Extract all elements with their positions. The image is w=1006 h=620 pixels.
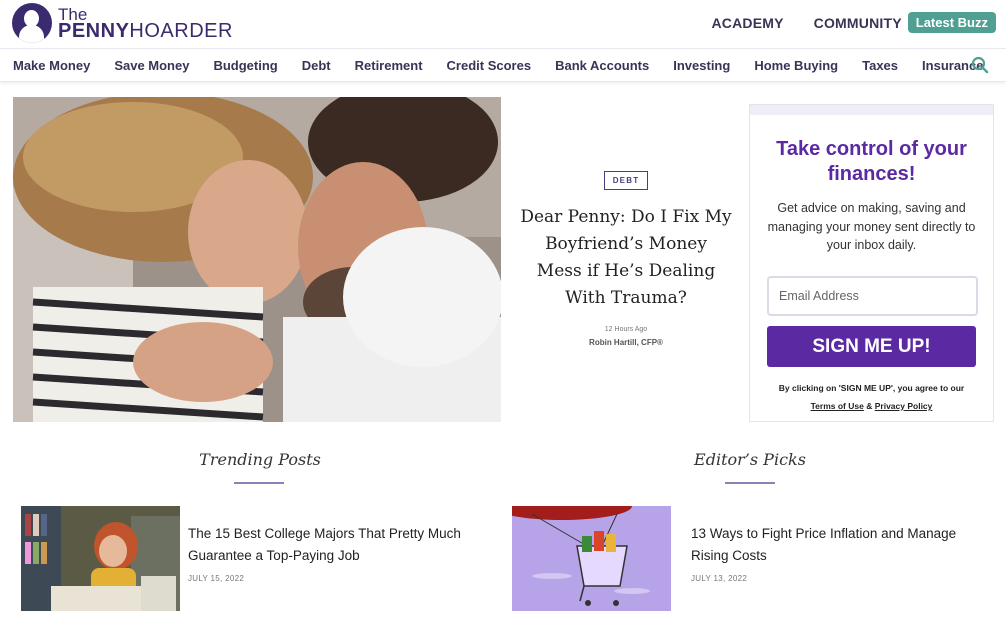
trending-post-date: JULY 15, 2022	[188, 574, 245, 583]
editors-divider	[725, 482, 775, 484]
nav-item-home-buying[interactable]: Home Buying	[754, 58, 838, 73]
nav-item-save-money[interactable]: Save Money	[114, 58, 189, 73]
editors-picks-heading: Editor’s Picks	[694, 450, 806, 469]
disclaimer-ampersand: &	[866, 401, 873, 411]
logo-hoarder: HOARDER	[129, 20, 233, 42]
editors-post-image[interactable]	[512, 506, 671, 611]
trending-divider	[234, 482, 284, 484]
nav-item-budgeting[interactable]: Budgeting	[213, 58, 277, 73]
search-icon[interactable]	[971, 56, 989, 74]
email-field[interactable]	[767, 276, 978, 316]
nav-item-taxes[interactable]: Taxes	[862, 58, 898, 73]
logo-silhouette-icon	[12, 3, 52, 43]
site-header: The PENNYHOARDER ACADEMY COMMUNITY Lates…	[0, 0, 1006, 48]
logo-wordmark: The PENNYHOARDER	[58, 6, 233, 42]
disclaimer-text: By clicking on 'SIGN ME UP', you agree t…	[778, 383, 965, 393]
academy-link[interactable]: ACADEMY	[711, 15, 783, 31]
article-timestamp: 12 Hours Ago	[604, 326, 648, 333]
article-author[interactable]: Robin Hartill, CFP®	[520, 338, 732, 347]
nav-item-debt[interactable]: Debt	[302, 58, 331, 73]
nav-item-make-money[interactable]: Make Money	[13, 58, 90, 73]
nav-item-bank-accounts[interactable]: Bank Accounts	[555, 58, 649, 73]
hero-article: DEBT Dear Penny: Do I Fix My Boyfriend’s…	[520, 170, 732, 347]
privacy-policy-link[interactable]: Privacy Policy	[875, 401, 933, 411]
hero-article-title[interactable]: Dear Penny: Do I Fix My Boyfriend’s Mone…	[520, 204, 732, 312]
editors-post-title[interactable]: 13 Ways to Fight Price Inflation and Man…	[691, 523, 981, 567]
signup-disclaimer: By clicking on 'SIGN ME UP', you agree t…	[750, 379, 993, 415]
hero-article-image[interactable]	[13, 97, 501, 422]
trending-posts-heading: Trending Posts	[199, 450, 321, 469]
site-logo[interactable]: The PENNYHOARDER	[12, 3, 233, 43]
category-tag[interactable]: DEBT	[603, 171, 649, 190]
logo-penny: PENNY	[58, 20, 130, 42]
editors-post-date: JULY 13, 2022	[691, 574, 748, 583]
top-links: ACADEMY COMMUNITY Latest Buzz	[681, 12, 996, 33]
sign-up-button[interactable]: SIGN ME UP!	[767, 326, 976, 367]
community-link[interactable]: COMMUNITY	[814, 15, 902, 31]
signup-description: Get advice on making, saving and managin…	[767, 201, 976, 252]
latest-buzz-button[interactable]: Latest Buzz	[907, 12, 996, 33]
trending-post-image[interactable]	[21, 506, 180, 611]
category-nav: Make Money Save Money Budgeting Debt Ret…	[0, 48, 1006, 82]
nav-item-credit-scores[interactable]: Credit Scores	[447, 58, 532, 73]
terms-of-use-link[interactable]: Terms of Use	[811, 401, 864, 411]
nav-item-investing[interactable]: Investing	[673, 58, 730, 73]
newsletter-signup: Take control of your finances! Get advic…	[749, 104, 994, 422]
trending-post-title[interactable]: The 15 Best College Majors That Pretty M…	[188, 523, 488, 567]
nav-item-retirement[interactable]: Retirement	[355, 58, 423, 73]
signup-title: Take control of your finances!	[776, 138, 967, 185]
